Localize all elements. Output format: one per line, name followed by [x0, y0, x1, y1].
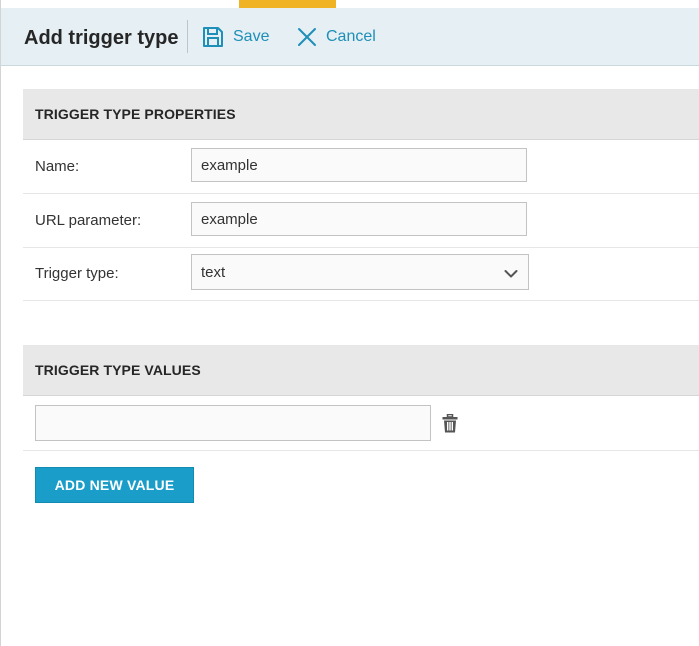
section-title-values: TRIGGER TYPE VALUES [35, 362, 201, 378]
trigger-value-input[interactable] [35, 405, 431, 441]
page-title: Add trigger type [24, 27, 179, 49]
form-row-trigger-type: Trigger type: text [23, 247, 699, 301]
save-button-label: Save [233, 28, 270, 45]
name-input[interactable] [191, 148, 527, 182]
header-divider [187, 20, 188, 53]
cancel-button[interactable]: Cancel [297, 24, 376, 50]
url-parameter-label: URL parameter: [35, 212, 142, 229]
section-header-values: TRIGGER TYPE VALUES [23, 345, 699, 396]
form-row-name: Name: [23, 140, 699, 194]
section-title-properties: TRIGGER TYPE PROPERTIES [35, 106, 236, 122]
trigger-type-label: Trigger type: [35, 265, 119, 282]
add-new-value-button[interactable]: ADD NEW VALUE [35, 467, 194, 503]
form-row-url-parameter: URL parameter: [23, 194, 699, 248]
chevron-down-icon [504, 266, 518, 284]
active-tab-indicator [239, 0, 336, 8]
cancel-button-label: Cancel [326, 28, 376, 45]
close-icon [297, 27, 317, 47]
trash-icon [442, 413, 458, 433]
save-button[interactable]: Save [202, 24, 269, 50]
left-edge-border [0, 0, 1, 646]
delete-value-button[interactable] [442, 413, 460, 434]
trigger-type-select[interactable]: text [191, 254, 529, 290]
trigger-value-row [23, 397, 699, 451]
page-header: Add trigger type Save Cancel [1, 8, 699, 66]
save-icon [202, 26, 224, 48]
section-header-properties: TRIGGER TYPE PROPERTIES [23, 89, 699, 140]
url-parameter-input[interactable] [191, 202, 527, 236]
name-label: Name: [35, 158, 80, 175]
trigger-type-selected-value: text [201, 264, 226, 281]
